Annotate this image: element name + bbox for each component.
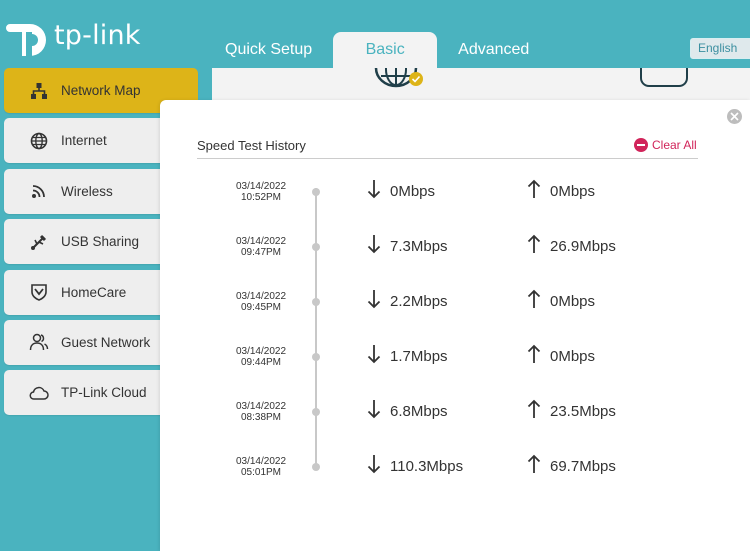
sidebar-item-label: Internet (61, 133, 107, 149)
arrow-up-icon (527, 179, 550, 203)
list-item: 03/14/2022 10:52PM 0Mbps 0Mbps (197, 179, 698, 221)
usb-icon (28, 231, 50, 253)
upload-value: 26.9Mbps (550, 237, 616, 255)
test-timestamp: 03/14/2022 09:47PM (197, 236, 325, 258)
download-value: 0Mbps (390, 182, 436, 200)
minus-circle-icon (634, 138, 648, 152)
upload-speed: 69.7Mbps (527, 454, 616, 478)
sidebar-item-label: TP-Link Cloud (61, 385, 147, 401)
timeline-dot (312, 298, 320, 306)
clear-all-button[interactable]: Clear All (634, 138, 697, 152)
download-speed: 7.3Mbps (367, 234, 448, 258)
arrow-up-icon (527, 289, 550, 313)
test-timestamp: 03/14/2022 10:52PM (197, 181, 325, 203)
close-icon[interactable] (727, 109, 742, 124)
brand-name: tp-link (54, 19, 141, 51)
router-device-icon[interactable] (640, 68, 688, 87)
test-date: 03/14/2022 (235, 401, 287, 412)
upload-speed: 0Mbps (527, 179, 595, 203)
language-select[interactable]: English (690, 38, 750, 59)
arrow-up-icon (527, 454, 550, 478)
test-date: 03/14/2022 (235, 346, 287, 357)
arrow-down-icon (367, 399, 390, 423)
tab-quick-setup[interactable]: Quick Setup (210, 32, 327, 68)
timeline-dot (312, 243, 320, 251)
wifi-icon (28, 180, 50, 202)
sidebar-item-label: Network Map (61, 83, 141, 98)
sidebar-item-label: HomeCare (61, 284, 127, 300)
title-divider (197, 158, 698, 159)
tp-link-logo-icon (4, 12, 50, 58)
network-map-icon (28, 80, 50, 102)
timeline-dot (312, 408, 320, 416)
cloud-icon (28, 382, 50, 404)
download-value: 6.8Mbps (390, 402, 448, 420)
test-date: 03/14/2022 (235, 291, 287, 302)
test-date: 03/14/2022 (235, 456, 287, 467)
download-value: 1.7Mbps (390, 347, 448, 365)
list-item: 03/14/2022 05:01PM 110.3Mbps 69.7Mbps (197, 454, 698, 496)
test-time: 10:52PM (240, 192, 282, 203)
arrow-down-icon (367, 289, 390, 313)
upload-speed: 0Mbps (527, 289, 595, 313)
arrow-up-icon (527, 344, 550, 368)
sidebar-item-label: Guest Network (61, 334, 151, 350)
tp-link-logo: tp-link (4, 12, 141, 58)
arrow-down-icon (367, 454, 390, 478)
upload-speed: 23.5Mbps (527, 399, 616, 423)
tab-advanced[interactable]: Advanced (443, 32, 544, 68)
main-tabs: Quick Setup Basic Advanced (210, 32, 544, 68)
test-timestamp: 03/14/2022 09:45PM (197, 291, 325, 313)
test-time: 05:01PM (240, 467, 282, 478)
arrow-down-icon (367, 234, 390, 258)
test-time: 09:47PM (240, 247, 282, 258)
download-value: 7.3Mbps (390, 237, 448, 255)
list-item: 03/14/2022 09:47PM 7.3Mbps 26.9Mbps (197, 234, 698, 276)
clear-all-label: Clear All (652, 138, 697, 152)
upload-value: 0Mbps (550, 182, 596, 200)
timeline-dot (312, 463, 320, 471)
test-date: 03/14/2022 (235, 181, 287, 192)
test-time: 09:44PM (240, 357, 282, 368)
list-item: 03/14/2022 09:45PM 2.2Mbps 0Mbps (197, 289, 698, 331)
globe-icon (28, 130, 50, 152)
upload-value: 0Mbps (550, 347, 596, 365)
upload-value: 0Mbps (550, 292, 596, 310)
list-item: 03/14/2022 08:38PM 6.8Mbps 23.5Mbps (197, 399, 698, 441)
download-speed: 110.3Mbps (367, 454, 463, 478)
test-timestamp: 03/14/2022 05:01PM (197, 456, 325, 478)
upload-speed: 26.9Mbps (527, 234, 616, 258)
upload-value: 23.5Mbps (550, 402, 616, 420)
arrow-down-icon (367, 344, 390, 368)
test-time: 09:45PM (240, 302, 282, 313)
test-date: 03/14/2022 (235, 236, 287, 247)
upload-value: 69.7Mbps (550, 457, 616, 475)
shield-icon (28, 281, 50, 303)
download-speed: 6.8Mbps (367, 399, 448, 423)
test-time: 08:38PM (240, 412, 282, 423)
download-speed: 1.7Mbps (367, 344, 448, 368)
arrow-down-icon (367, 179, 390, 203)
tab-basic[interactable]: Basic (333, 32, 438, 68)
download-value: 2.2Mbps (390, 292, 448, 310)
timeline-dot (312, 188, 320, 196)
upload-speed: 0Mbps (527, 344, 595, 368)
test-timestamp: 03/14/2022 09:44PM (197, 346, 325, 368)
list-item: 03/14/2022 09:44PM 1.7Mbps 0Mbps (197, 344, 698, 386)
sidebar-item-label: Wireless (61, 183, 113, 199)
download-speed: 2.2Mbps (367, 289, 448, 313)
test-timestamp: 03/14/2022 08:38PM (197, 401, 325, 423)
download-value: 110.3Mbps (390, 457, 464, 475)
guest-users-icon (28, 331, 50, 353)
download-speed: 0Mbps (367, 179, 435, 203)
dialog-title: Speed Test History (197, 138, 306, 153)
arrow-up-icon (527, 399, 550, 423)
sidebar-item-label: USB Sharing (61, 234, 140, 250)
timeline-dot (312, 353, 320, 361)
internet-globe-icon[interactable] (372, 67, 428, 95)
arrow-up-icon (527, 234, 550, 258)
